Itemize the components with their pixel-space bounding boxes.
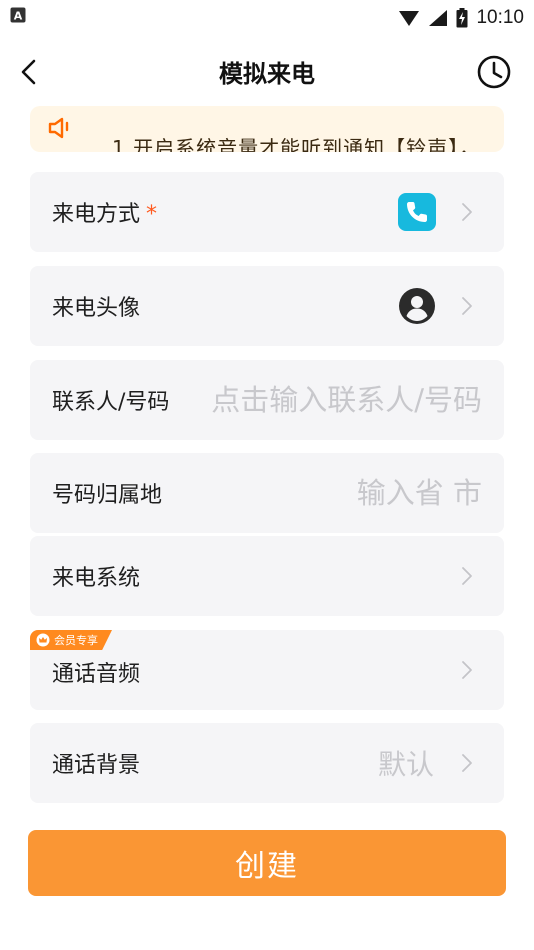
page-title: 模拟来电: [219, 60, 315, 88]
system-label: 来电系统: [52, 566, 141, 591]
vip-badge: 会员专享: [30, 630, 112, 650]
header: 模拟来电: [0, 42, 534, 102]
required-mark: *: [146, 202, 158, 227]
call-method-row[interactable]: 来电方式 *: [30, 172, 504, 252]
location-row: 号码归属地: [30, 453, 504, 533]
status-time: 10:10: [476, 7, 524, 28]
contact-label: 联系人/号码: [52, 390, 170, 415]
create-button[interactable]: 创建: [28, 830, 506, 896]
phone-icon: [398, 193, 436, 231]
notice-text: 1.开启系统音量才能听到通知【铃声】，…: [112, 136, 502, 152]
battery-icon: [456, 8, 468, 28]
clock-icon[interactable]: [476, 54, 512, 90]
contact-input[interactable]: [198, 380, 482, 420]
screen: A 10:10 模拟来电 1.开启系统音量才能听到通知【铃声】，… 来电方式 *…: [0, 0, 534, 950]
avatar-label: 来电头像: [52, 296, 141, 321]
call-method-label-text: 来电方式: [52, 202, 141, 227]
notice-banner: 1.开启系统音量才能听到通知【铃声】，…: [30, 106, 504, 152]
background-label: 通话背景: [52, 753, 141, 778]
status-bar: A 10:10: [0, 0, 534, 36]
background-row[interactable]: 通话背景 默认: [30, 723, 504, 803]
avatar-row[interactable]: 来电头像: [30, 266, 504, 346]
call-method-label: 来电方式 *: [52, 196, 157, 228]
location-input[interactable]: [230, 473, 482, 513]
vip-badge-text: 会员专享: [54, 634, 98, 647]
crown-icon: [36, 633, 50, 647]
chevron-right-icon: [462, 567, 472, 585]
audio-label: 通话音频: [52, 662, 141, 687]
wifi-icon: [399, 11, 420, 26]
user-circle-icon: [399, 288, 435, 324]
contact-row: 联系人/号码: [30, 360, 504, 440]
location-label: 号码归属地: [52, 483, 163, 508]
svg-text:A: A: [14, 10, 23, 23]
chevron-right-icon: [462, 661, 472, 679]
notification-icon: A: [10, 7, 26, 23]
speaker-icon: [48, 117, 69, 139]
system-row[interactable]: 来电系统: [30, 536, 504, 616]
chevron-right-icon: [462, 297, 472, 315]
chevron-right-icon: [462, 203, 472, 221]
signal-icon: [429, 10, 448, 26]
background-value: 默认: [377, 748, 434, 781]
chevron-right-icon: [462, 754, 472, 772]
